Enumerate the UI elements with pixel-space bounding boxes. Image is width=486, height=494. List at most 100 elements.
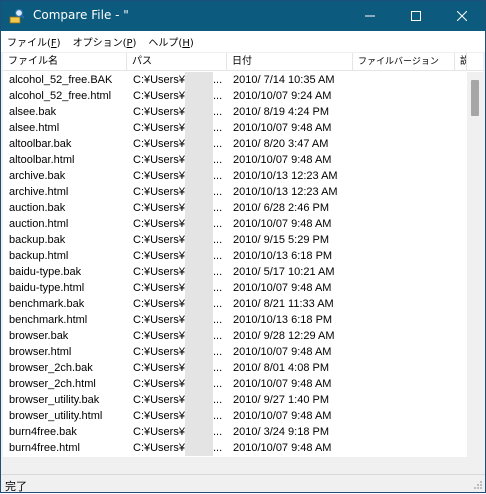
path-cell: C:¥Users¥ <box>133 138 185 150</box>
table-row[interactable]: auction.html C:¥Users¥... 2010/10/07 9:48 … <box>3 216 465 232</box>
date-cell: 2010/10/07 9:48 AM <box>233 218 332 230</box>
path-cell: C:¥Users¥ <box>133 378 185 390</box>
date-cell: 2010/10/07 9:48 AM <box>233 410 332 422</box>
file-name-cell: archive.bak <box>9 170 66 182</box>
table-row[interactable]: browser_utility.html C:¥Users¥... 2010/10/… <box>3 408 465 424</box>
file-name-cell: browser_utility.bak <box>9 394 100 406</box>
table-row[interactable]: backup.html C:¥Users¥... 2010/10/13 6:18 P… <box>3 248 465 264</box>
file-name-cell: alcohol_52_free.html <box>9 90 112 102</box>
menu-file[interactable]: ファイル(F) <box>1 34 67 49</box>
path-ellipsis: ... <box>213 250 223 262</box>
date-cell: 2010/10/07 9:48 AM <box>233 122 332 134</box>
table-row[interactable]: auction.bak C:¥Users¥... 2010/ 6/28 2:46 P… <box>3 200 465 216</box>
column-header-version[interactable]: ファイルバージョン <box>353 53 455 71</box>
file-name-cell: browser.bak <box>9 330 69 342</box>
horizontal-scrollbar[interactable] <box>3 457 483 473</box>
table-row[interactable]: browser_2ch.bak C:¥Users¥... 2010/ 8/01 4:… <box>3 360 465 376</box>
table-row[interactable]: browser.html C:¥Users¥... 2010/10/07 9:48 … <box>3 344 465 360</box>
path-ellipsis: ... <box>213 186 223 198</box>
table-row[interactable]: alsee.bak C:¥Users¥... 2010/ 8/19 4:24 PM <box>3 104 465 120</box>
date-cell: 2010/10/07 9:24 AM <box>233 90 332 102</box>
table-row[interactable]: benchmark.bak C:¥Users¥... 2010/ 8/21 11:3… <box>3 296 465 312</box>
file-name-cell: baidu-type.html <box>9 282 85 294</box>
path-cell: C:¥Users¥ <box>133 250 185 262</box>
status-bar: 完了 <box>1 474 485 493</box>
redacted-path-segment <box>185 280 213 296</box>
redacted-path-segment <box>185 232 213 248</box>
column-header-description[interactable]: 説 <box>455 53 467 71</box>
table-row[interactable]: browser_utility.bak C:¥Users¥... 2010/ 9/2… <box>3 392 465 408</box>
maximize-icon <box>411 11 421 21</box>
date-cell: 2010/10/07 9:48 AM <box>233 378 332 390</box>
table-row[interactable]: alcohol_52_free.html C:¥Users¥... 2010/10/… <box>3 88 465 104</box>
path-ellipsis: ... <box>213 154 223 166</box>
table-row[interactable]: archive.bak C:¥Users¥... 2010/10/13 12:23 … <box>3 168 465 184</box>
table-row[interactable]: baidu-type.bak C:¥Users¥... 2010/ 5/17 10:… <box>3 264 465 280</box>
status-text: 完了 <box>5 480 27 493</box>
table-row[interactable]: archive.html C:¥Users¥... 2010/10/13 12:23… <box>3 184 465 200</box>
path-cell: C:¥Users¥ <box>133 330 185 342</box>
path-cell: C:¥Users¥ <box>133 122 185 134</box>
redacted-path-segment <box>185 136 213 152</box>
resize-grip-icon[interactable] <box>473 480 483 490</box>
redacted-path-segment <box>185 360 213 376</box>
redacted-path-segment <box>185 264 213 280</box>
table-row[interactable]: burn4free.bak C:¥Users¥... 2010/ 3/24 9:18… <box>3 424 465 440</box>
redacted-path-segment <box>185 200 213 216</box>
table-row[interactable]: browser_2ch.html C:¥Users¥... 2010/10/07 9… <box>3 376 465 392</box>
column-header-filename[interactable]: ファイル名 <box>3 53 127 71</box>
path-cell: C:¥Users¥ <box>133 234 185 246</box>
maximize-button[interactable] <box>393 1 439 31</box>
file-name-cell: browser_2ch.html <box>9 378 96 390</box>
close-button[interactable] <box>439 1 485 31</box>
path-ellipsis: ... <box>213 266 223 278</box>
file-name-cell: archive.html <box>9 186 69 198</box>
redacted-path-segment <box>185 72 213 88</box>
compare-file-window: Compare File - " ファイル(F) オプション(P) ヘルプ(H)… <box>0 0 486 493</box>
path-cell: C:¥Users¥ <box>133 90 185 102</box>
path-ellipsis: ... <box>213 138 223 150</box>
path-cell: C:¥Users¥ <box>133 170 185 182</box>
list-header: ファイル名 パス 日付 ファイルバージョン 説 <box>3 53 483 71</box>
table-row[interactable]: alsee.html C:¥Users¥... 2010/10/07 9:48 AM <box>3 120 465 136</box>
minimize-icon <box>365 15 375 17</box>
file-name-cell: alsee.bak <box>9 106 57 118</box>
path-ellipsis: ... <box>213 346 223 358</box>
column-header-date[interactable]: 日付 <box>227 53 353 71</box>
redacted-path-segment <box>185 152 213 168</box>
date-cell: 2010/ 3/24 9:18 PM <box>233 426 330 438</box>
table-row[interactable]: altoolbar.html C:¥Users¥... 2010/10/07 9:4… <box>3 152 465 168</box>
file-name-cell: burn4free.html <box>9 442 80 454</box>
file-name-cell: benchmark.bak <box>9 298 85 310</box>
minimize-button[interactable] <box>347 1 393 31</box>
table-row[interactable]: baidu-type.html C:¥Users¥... 2010/10/07 9:… <box>3 280 465 296</box>
table-row[interactable]: alcohol_52_free.BAK C:¥Users¥... 2010/ 7/1… <box>3 72 465 88</box>
path-ellipsis: ... <box>213 330 223 342</box>
menu-bar: ファイル(F) オプション(P) ヘルプ(H) <box>1 31 485 52</box>
scrollbar-thumb[interactable] <box>471 80 479 116</box>
file-name-cell: altoolbar.html <box>9 154 75 166</box>
path-ellipsis: ... <box>213 122 223 134</box>
vertical-scrollbar[interactable] <box>467 72 483 457</box>
table-row[interactable]: benchmark.html C:¥Users¥... 2010/10/13 6:1… <box>3 312 465 328</box>
date-cell: 2010/ 8/20 3:47 AM <box>233 138 329 150</box>
title-bar[interactable]: Compare File - " <box>1 1 485 31</box>
path-cell: C:¥Users¥ <box>133 346 185 358</box>
date-cell: 2010/10/13 12:23 AM <box>233 186 338 198</box>
file-list[interactable]: ファイル名 パス 日付 ファイルバージョン 説 alcohol_52_free.… <box>3 53 483 457</box>
column-header-path[interactable]: パス <box>127 53 227 71</box>
table-row[interactable]: backup.bak C:¥Users¥... 2010/ 9/15 5:29 PM <box>3 232 465 248</box>
table-row[interactable]: burn4free.html C:¥Users¥... 2010/10/07 9:4… <box>3 440 465 456</box>
menu-options[interactable]: オプション(P) <box>67 34 143 49</box>
path-ellipsis: ... <box>213 74 223 86</box>
date-cell: 2010/ 9/28 12:29 AM <box>233 330 335 342</box>
path-ellipsis: ... <box>213 314 223 326</box>
date-cell: 2010/10/07 9:48 AM <box>233 442 332 454</box>
window-title: Compare File - " <box>33 8 129 22</box>
table-row[interactable]: browser.bak C:¥Users¥... 2010/ 9/28 12:29 … <box>3 328 465 344</box>
redacted-path-segment <box>185 424 213 440</box>
date-cell: 2010/ 8/01 4:08 PM <box>233 362 330 374</box>
table-row[interactable]: altoolbar.bak C:¥Users¥... 2010/ 8/20 3:47… <box>3 136 465 152</box>
file-name-cell: auction.html <box>9 218 69 230</box>
menu-help[interactable]: ヘルプ(H) <box>142 34 199 49</box>
